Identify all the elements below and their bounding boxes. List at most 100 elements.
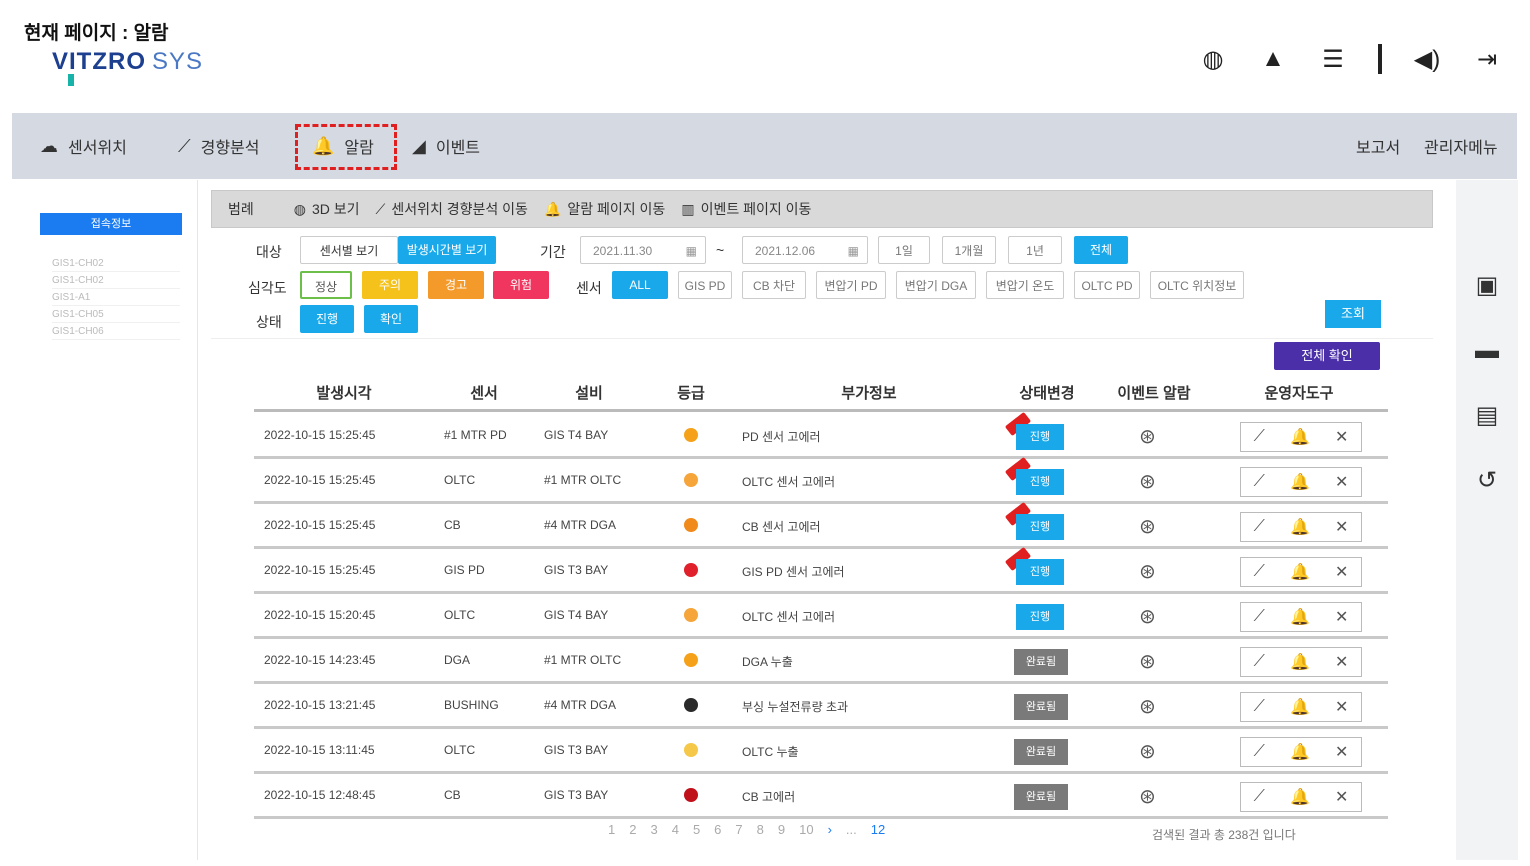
table-row[interactable]: 2022-10-15 15:25:45 GIS PD GIS T3 BAY GIS P… bbox=[254, 546, 1388, 594]
col-time[interactable]: 발생시각 bbox=[284, 382, 404, 403]
state-change-button[interactable]: 진행 bbox=[1016, 559, 1064, 585]
severity-normal[interactable]: 정상 bbox=[300, 271, 352, 299]
page-link[interactable]: ... bbox=[846, 822, 857, 837]
page-link[interactable]: 2 bbox=[629, 822, 636, 837]
time-view-tab[interactable]: 발생시간별 보기 bbox=[398, 236, 496, 264]
sidebar-item[interactable]: GIS1-CH06 bbox=[52, 323, 180, 340]
page-link[interactable]: 8 bbox=[757, 822, 764, 837]
document-icon[interactable]: ▤ bbox=[1471, 400, 1503, 432]
trend-icon[interactable]: ⟋ bbox=[1254, 788, 1265, 806]
page-link[interactable]: 7 bbox=[735, 822, 742, 837]
sidebar-item[interactable]: GIS1-CH02 bbox=[52, 255, 180, 272]
state-change-button[interactable]: 진행 bbox=[1016, 604, 1064, 630]
event-alarm-icon[interactable]: ⊛ bbox=[1139, 469, 1156, 494]
page-link[interactable]: › bbox=[828, 822, 832, 837]
table-row[interactable]: 2022-10-15 15:20:45 OLTC GIS T4 BAY OLTC 센서… bbox=[254, 594, 1388, 639]
page-link[interactable]: 1 bbox=[608, 822, 615, 837]
trend-icon[interactable]: ⟋ bbox=[1254, 473, 1265, 491]
nav-admin-menu[interactable]: 관리자메뉴 bbox=[1424, 113, 1498, 179]
close-icon[interactable]: ✕ bbox=[1335, 787, 1348, 807]
state-change-button[interactable]: 완료됨 bbox=[1014, 694, 1068, 720]
close-icon[interactable]: ✕ bbox=[1335, 742, 1348, 762]
sensor-gis-pd[interactable]: GIS PD bbox=[678, 271, 732, 299]
nav-event[interactable]: ◢ 이벤트 bbox=[412, 113, 480, 179]
trend-move-link[interactable]: ⟋ 센서위치 경향분석 이동 bbox=[376, 199, 528, 219]
col-grade[interactable]: 등급 bbox=[664, 382, 718, 403]
trend-icon[interactable]: ⟋ bbox=[1254, 563, 1265, 581]
state-in-progress[interactable]: 진행 bbox=[300, 305, 354, 333]
trend-icon[interactable]: ⟋ bbox=[1254, 518, 1265, 536]
event-alarm-icon[interactable]: ⊛ bbox=[1139, 604, 1156, 629]
close-icon[interactable]: ✕ bbox=[1335, 697, 1348, 717]
state-change-button[interactable]: 진행 bbox=[1016, 469, 1064, 495]
view-3d-link[interactable]: ◍ 3D 보기 bbox=[294, 199, 360, 219]
alarm-move-link[interactable]: 🔔 알람 페이지 이동 bbox=[544, 199, 665, 219]
bell-icon[interactable]: 🔔 bbox=[1290, 517, 1310, 537]
table-row[interactable]: 2022-10-15 15:25:45 CB #4 MTR DGA CB 센서 고에러… bbox=[254, 501, 1388, 549]
logout-icon[interactable]: ⇥ bbox=[1472, 45, 1502, 74]
page-link[interactable]: 10 bbox=[799, 822, 813, 837]
bell-icon[interactable]: 🔔 bbox=[1290, 562, 1310, 582]
warning-icon[interactable]: ▲ bbox=[1258, 45, 1288, 73]
page-link[interactable]: 4 bbox=[672, 822, 679, 837]
event-move-link[interactable]: ▥ 이벤트 페이지 이동 bbox=[681, 199, 811, 219]
col-equipment[interactable]: 설비 bbox=[549, 382, 629, 403]
state-change-button[interactable]: 완료됨 bbox=[1014, 649, 1068, 675]
period-1year[interactable]: 1년 bbox=[1008, 236, 1062, 264]
sensor-transformer-temp[interactable]: 변압기 온도 bbox=[986, 271, 1064, 299]
page-link[interactable]: 6 bbox=[714, 822, 721, 837]
state-change-button[interactable]: 진행 bbox=[1016, 424, 1064, 450]
close-icon[interactable]: ✕ bbox=[1335, 472, 1348, 492]
page-link[interactable]: 5 bbox=[693, 822, 700, 837]
bell-icon[interactable]: 🔔 bbox=[1290, 472, 1310, 492]
period-1day[interactable]: 1일 bbox=[878, 236, 930, 264]
table-row[interactable]: 2022-10-15 14:23:45 DGA #1 MTR OLTC DGA 누출 완… bbox=[254, 639, 1388, 684]
trend-icon[interactable]: ⟋ bbox=[1254, 743, 1265, 761]
period-all[interactable]: 전체 bbox=[1074, 236, 1128, 264]
event-alarm-icon[interactable]: ⊛ bbox=[1139, 739, 1156, 764]
col-state-change[interactable]: 상태변경 bbox=[1002, 382, 1092, 403]
close-icon[interactable]: ✕ bbox=[1335, 427, 1348, 447]
event-alarm-icon[interactable]: ⊛ bbox=[1139, 514, 1156, 539]
trend-icon[interactable]: ⟋ bbox=[1254, 653, 1265, 671]
sensor-oltc-position[interactable]: OLTC 위치정보 bbox=[1150, 271, 1244, 299]
col-operator-tools[interactable]: 운영자도구 bbox=[1244, 382, 1354, 403]
bell-icon[interactable]: 🔔 bbox=[1290, 787, 1310, 807]
sensor-oltc-pd[interactable]: OLTC PD bbox=[1074, 271, 1140, 299]
card-icon[interactable]: ▬ bbox=[1471, 335, 1503, 367]
trend-icon[interactable]: ⟋ bbox=[1254, 608, 1265, 626]
date-from-input[interactable]: 2021.11.30 ▦ bbox=[580, 236, 706, 264]
table-row[interactable]: 2022-10-15 13:11:45 OLTC GIS T3 BAY OLTC 누출… bbox=[254, 729, 1388, 774]
table-row[interactable]: 2022-10-15 15:25:45 OLTC #1 MTR OLTC OLTC 센… bbox=[254, 456, 1388, 504]
sensor-cb[interactable]: CB 차단 bbox=[742, 271, 806, 299]
page-link[interactable]: 3 bbox=[650, 822, 657, 837]
state-change-button[interactable]: 진행 bbox=[1016, 514, 1064, 540]
page-link[interactable]: 9 bbox=[778, 822, 785, 837]
refresh-icon[interactable]: ↺ bbox=[1471, 465, 1503, 497]
sensor-transformer-dga[interactable]: 변압기 DGA bbox=[896, 271, 976, 299]
close-icon[interactable]: ✕ bbox=[1335, 652, 1348, 672]
sidebar-item[interactable]: GIS1-CH05 bbox=[52, 306, 180, 323]
state-change-button[interactable]: 완료됨 bbox=[1014, 784, 1068, 810]
close-icon[interactable]: ✕ bbox=[1335, 517, 1348, 537]
table-row[interactable]: 2022-10-15 12:48:45 CB GIS T3 BAY CB 고에러 완료됨… bbox=[254, 774, 1388, 819]
event-alarm-icon[interactable]: ⊛ bbox=[1139, 559, 1156, 584]
bell-icon[interactable]: 🔔 bbox=[1290, 607, 1310, 627]
close-icon[interactable]: ✕ bbox=[1335, 562, 1348, 582]
bell-icon[interactable]: 🔔 bbox=[1290, 742, 1310, 762]
search-button[interactable]: 조회 bbox=[1325, 300, 1381, 328]
sidebar-item[interactable]: GIS1-A1 bbox=[52, 289, 180, 306]
date-to-input[interactable]: 2021.12.06 ▦ bbox=[742, 236, 868, 264]
nav-report[interactable]: 보고서 bbox=[1356, 113, 1400, 179]
server-icon[interactable]: ☰ bbox=[1318, 45, 1348, 74]
globe-icon[interactable]: ◍ bbox=[1198, 45, 1228, 74]
nav-sensor-location[interactable]: ☁ 센서위치 bbox=[40, 113, 127, 179]
speaker-icon[interactable]: ◀) bbox=[1412, 45, 1442, 74]
vitzro-logo[interactable]: VITZRO SYS bbox=[52, 48, 203, 86]
state-change-button[interactable]: 완료됨 bbox=[1014, 739, 1068, 765]
state-confirmed[interactable]: 확인 bbox=[364, 305, 418, 333]
confirm-all-button[interactable]: 전체 확인 bbox=[1274, 342, 1380, 370]
bell-icon[interactable]: 🔔 bbox=[1290, 652, 1310, 672]
sensor-transformer-pd[interactable]: 변압기 PD bbox=[816, 271, 886, 299]
col-info[interactable]: 부가정보 bbox=[794, 382, 944, 403]
